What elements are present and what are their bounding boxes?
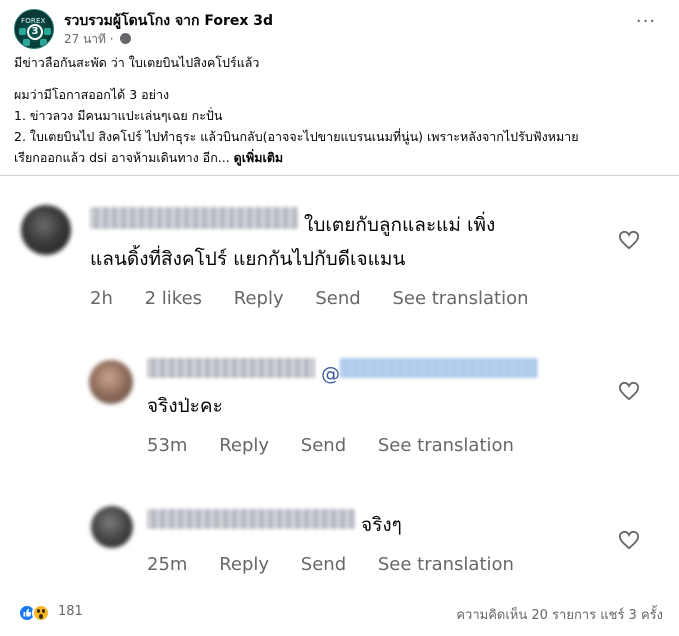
avatar[interactable] (89, 360, 133, 404)
post-meta: 27 นาที · (64, 30, 132, 49)
comment-text: ใบเตยกับลูกและแม่ เพิ่ง (90, 207, 555, 240)
avatar-decor (19, 28, 26, 35)
reply-button[interactable]: Reply (234, 288, 284, 309)
avatar-decor (40, 39, 47, 46)
avatar[interactable] (91, 506, 133, 548)
likes-count[interactable]: 2 likes (145, 288, 202, 309)
see-more-link[interactable]: ดูเพิ่มเติม (234, 150, 284, 165)
more-options-icon[interactable]: ··· (634, 13, 658, 37)
divider (0, 175, 679, 176)
comment-actions: 2h 2 likes Reply Send See translation (90, 288, 555, 309)
see-translation-link[interactable]: See translation (378, 554, 514, 575)
comment-share-stats[interactable]: ความคิดเห็น 20 รายการ แชร์ 3 ครั้ง (456, 604, 663, 625)
post-footer: 181 ความคิดเห็น 20 รายการ แชร์ 3 ครั้ง (0, 596, 679, 632)
comment-text-line: ใบเตยกับลูกและแม่ เพิ่ง (304, 214, 496, 236)
comment-actions: 53m Reply Send See translation (147, 435, 540, 456)
mention-link[interactable] (340, 358, 539, 378)
post-text-line: เรียกออกแล้ว dsi อาจห้ามเดินทาง อีก... ด… (14, 149, 664, 166)
mention-at: @ (321, 363, 341, 385)
page-name-link[interactable]: รวบรวมผู้โดนโกง จาก Forex 3d (64, 10, 273, 32)
comment-time[interactable]: 53m (147, 435, 187, 456)
commenter-name[interactable] (147, 509, 355, 529)
page-avatar[interactable]: FOREX 3 (14, 9, 54, 49)
heart-icon[interactable] (618, 230, 640, 250)
post-body: มีข่าวลือกันสะพัด ว่า ใบเตยบินไปสิงคโปร์… (14, 52, 664, 166)
send-button[interactable]: Send (315, 288, 360, 309)
see-translation-link[interactable]: See translation (392, 288, 528, 309)
post-header: FOREX 3 รวบรวมผู้โดนโกง จาก Forex 3d 27 … (14, 9, 664, 49)
post-time[interactable]: 27 นาที (64, 32, 106, 46)
comment-text: จริงป่ะคะ (147, 395, 223, 417)
avatar-logo-mark: 3 (27, 24, 43, 40)
commenter-name[interactable] (90, 207, 298, 229)
comment-header: @ (147, 358, 540, 389)
send-button[interactable]: Send (301, 435, 346, 456)
post-text-line: 2. ใบเตยบินไป สิงคโปร์ ไปทำธุระ แล้วบินก… (14, 129, 579, 144)
post-text-fragment: เรียกออกแล้ว dsi อาจห้ามเดินทาง อีก... (14, 150, 230, 165)
reply-button[interactable]: Reply (219, 554, 269, 575)
avatar-decor (23, 39, 30, 46)
comment: จริงๆ 25m Reply Send See translation (147, 509, 540, 575)
reply-button[interactable]: Reply (219, 435, 269, 456)
heart-icon[interactable] (618, 381, 640, 401)
post-text-line: 1. ข่าวลวง มีคนมาแปะเล่นๆเฉย กะปั่น (14, 108, 223, 123)
avatar[interactable] (21, 205, 71, 255)
comment: ใบเตยกับลูกและแม่ เพิ่ง แลนดิ้งที่สิงคโป… (90, 207, 555, 309)
heart-icon[interactable] (618, 530, 640, 550)
comment-text: จริงๆ (361, 514, 402, 536)
post-text-line: มีข่าวลือกันสะพัด ว่า ใบเตยบินไปสิงคโปร์… (14, 55, 260, 70)
comment-time[interactable]: 2h (90, 288, 113, 309)
comment-header: จริงๆ (147, 509, 540, 540)
post-text-line: ผมว่ามีโอกาสออกได้ 3 อย่าง (14, 87, 170, 102)
avatar-decor (44, 28, 51, 35)
comment-time[interactable]: 25m (147, 554, 187, 575)
send-button[interactable]: Send (301, 554, 346, 575)
see-translation-link[interactable]: See translation (378, 435, 514, 456)
comment-actions: 25m Reply Send See translation (147, 554, 540, 575)
globe-icon (120, 33, 132, 44)
commenter-name[interactable] (147, 358, 315, 378)
comment-text-line: แลนดิ้งที่สิงคโปร์ แยกกันไปกับดีเจแมน (90, 248, 406, 270)
wow-icon[interactable] (32, 604, 50, 622)
comment: @ จริงป่ะคะ 53m Reply Send See translati… (147, 358, 540, 456)
reaction-count[interactable]: 181 (58, 604, 83, 619)
